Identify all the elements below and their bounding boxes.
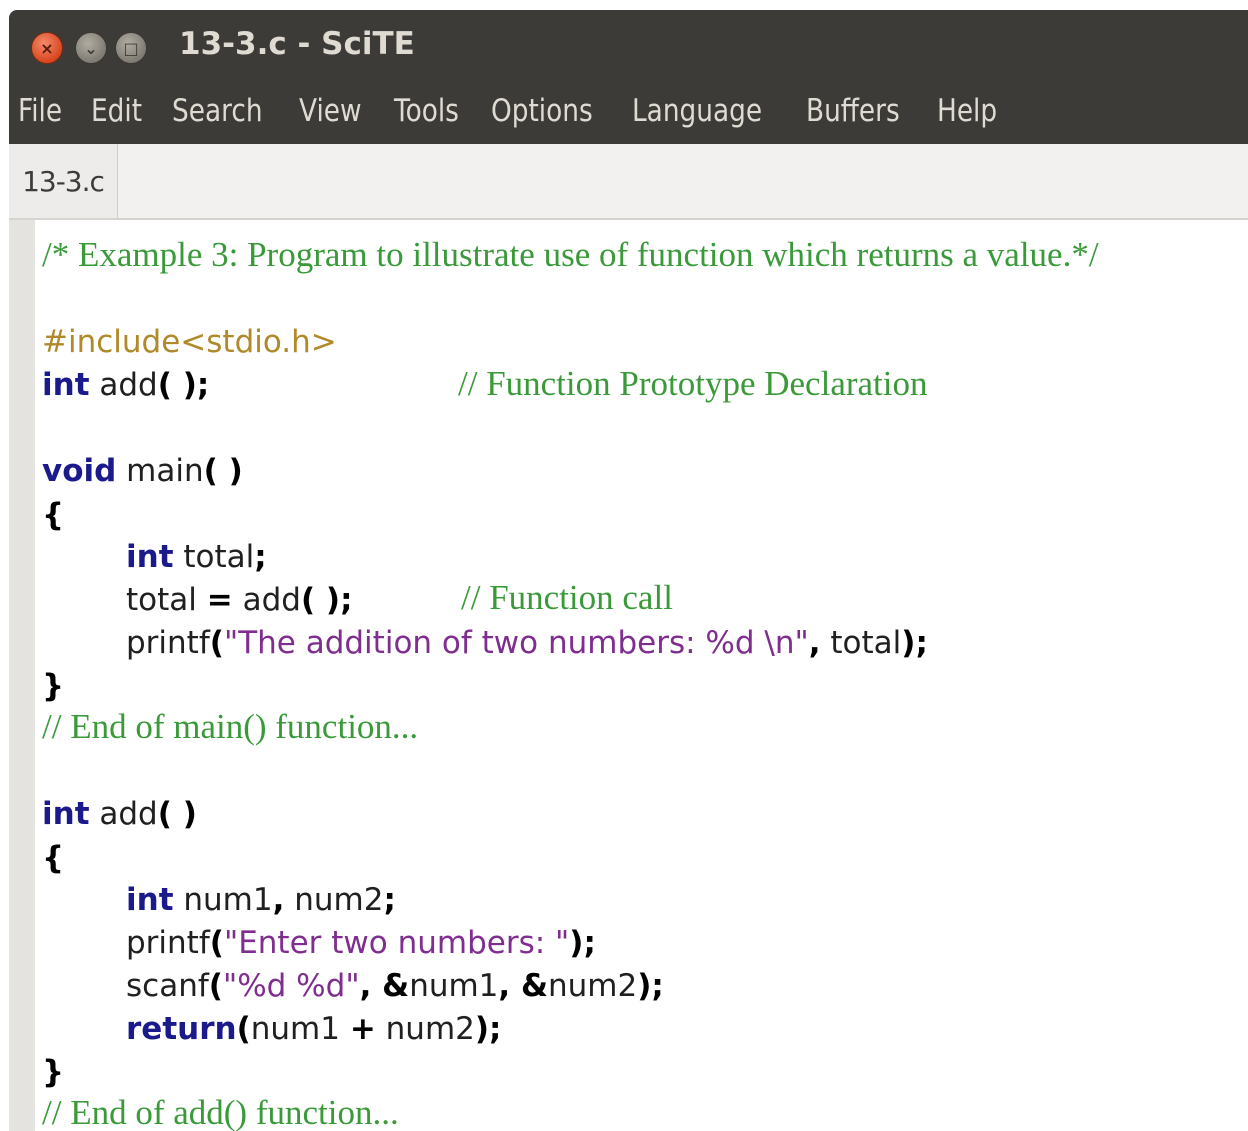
identifier: main	[116, 453, 204, 489]
operator: (	[209, 925, 224, 961]
operator: );	[569, 925, 596, 961]
code-line-19: return(num1 + num2);	[126, 1011, 501, 1047]
identifier: total	[173, 539, 255, 575]
identifier: printf	[126, 625, 210, 661]
code-line-11: }	[42, 668, 65, 704]
tab-13-3-c[interactable]: 13-3.c	[9, 144, 118, 218]
maximize-icon: □	[123, 38, 139, 58]
operator: (	[208, 968, 223, 1004]
code-line-8: int total;	[126, 539, 267, 575]
operator: , &	[498, 968, 549, 1004]
operator: ;	[254, 539, 267, 575]
minimize-icon: ⌄	[84, 38, 98, 58]
identifier: num2	[375, 1011, 475, 1047]
operator: ,	[272, 882, 285, 918]
operator: );	[474, 1011, 502, 1047]
keyword: int	[42, 796, 90, 832]
code-line-6: void main( )	[42, 453, 243, 489]
string-literal: "The addition of two numbers: %d \n"	[223, 625, 809, 661]
close-icon: ×	[40, 38, 54, 58]
code-line-1: /* Example 3: Program to illustrate use …	[42, 235, 1099, 274]
tab-bar: 13-3.c	[9, 144, 1248, 220]
code-editor[interactable]: /* Example 3: Program to illustrate use …	[9, 220, 1248, 1131]
identifier: total	[126, 582, 207, 618]
operator: (	[209, 625, 224, 661]
close-window-button[interactable]: ×	[31, 32, 63, 64]
operator: ( );	[157, 367, 210, 403]
code-line-4: int add( );	[42, 367, 209, 403]
code-line-14: int add( )	[42, 796, 197, 832]
string-literal: "%d %d"	[222, 968, 360, 1004]
identifier: num1	[409, 968, 499, 1004]
code-line-15: {	[42, 840, 65, 876]
code-line-9: total = add( );	[126, 582, 352, 618]
menu-help[interactable]: Help	[937, 93, 997, 129]
menu-tools[interactable]: Tools	[394, 93, 459, 129]
code-line-10: printf("The addition of two numbers: %d …	[126, 625, 928, 661]
string-literal: "Enter two numbers: "	[223, 925, 570, 961]
identifier: printf	[126, 925, 210, 961]
identifier: scanf	[126, 968, 209, 1004]
code-line-3: #include<stdio.h>	[42, 324, 337, 360]
code-line-12: // End of main() function...	[42, 707, 419, 746]
operator: );	[901, 625, 928, 661]
keyword: int	[126, 882, 174, 918]
identifier: total	[820, 625, 902, 661]
menu-search[interactable]: Search	[172, 93, 263, 129]
window-title: 13-3.c - SciTE	[179, 26, 415, 62]
maximize-window-button[interactable]: □	[115, 32, 147, 64]
identifier: add	[232, 582, 301, 618]
menu-file[interactable]: File	[18, 93, 62, 129]
keyword: void	[42, 453, 117, 489]
identifier: add	[89, 367, 158, 403]
menu-buffers[interactable]: Buffers	[806, 93, 900, 129]
identifier: num1	[250, 1011, 350, 1047]
title-bar[interactable]: × ⌄ □ 13-3.c - SciTE	[9, 10, 1248, 80]
operator: );	[637, 968, 664, 1004]
operator: ( );	[300, 582, 353, 618]
operator: ;	[383, 882, 396, 918]
scite-window: × ⌄ □ 13-3.c - SciTE File Edit Search Vi…	[9, 10, 1248, 1131]
menu-view[interactable]: View	[299, 93, 362, 129]
identifier: num2	[548, 968, 638, 1004]
identifier: add	[89, 796, 158, 832]
code-line-18: scanf("%d %d", &num1, &num2);	[126, 968, 664, 1004]
keyword: int	[126, 539, 174, 575]
code-comment-prototype: // Function Prototype Declaration	[458, 364, 928, 403]
minimize-window-button[interactable]: ⌄	[75, 32, 107, 64]
operator: +	[349, 1011, 376, 1047]
menu-options[interactable]: Options	[491, 93, 593, 129]
line-margin	[9, 220, 35, 1131]
operator: =	[206, 582, 233, 618]
identifier: num2	[284, 882, 384, 918]
code-line-7: {	[42, 497, 65, 533]
menu-language[interactable]: Language	[632, 93, 762, 129]
operator: (	[236, 1011, 251, 1047]
operator: ( )	[203, 453, 243, 489]
operator: , &	[359, 968, 410, 1004]
code-line-17: printf("Enter two numbers: ");	[126, 925, 596, 961]
menu-edit[interactable]: Edit	[91, 93, 142, 129]
operator: ( )	[157, 796, 197, 832]
code-line-21: // End of add() function...	[42, 1093, 399, 1131]
code-line-16: int num1, num2;	[126, 882, 396, 918]
operator: ,	[808, 625, 821, 661]
code-comment-call: // Function call	[461, 578, 673, 617]
keyword: return	[126, 1011, 237, 1047]
code-line-20: }	[42, 1054, 65, 1090]
identifier: num1	[173, 882, 273, 918]
keyword: int	[42, 367, 90, 403]
menu-bar: File Edit Search View Tools Options Lang…	[9, 86, 1248, 136]
